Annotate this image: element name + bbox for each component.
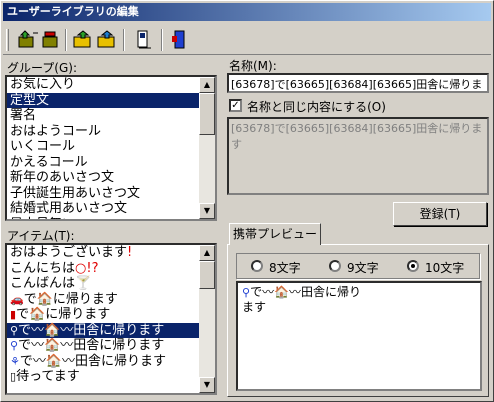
group-list-item[interactable]: 署名 — [7, 108, 215, 124]
preview-line-2: ます — [242, 300, 267, 314]
radio-10-label: 10文字 — [425, 261, 465, 275]
group-list-item[interactable]: 暑中見舞い — [7, 217, 215, 219]
group-list[interactable]: お気に入り 定型文 署名 おはようコール いくコール かえるコール 新年のあいさつ文 子供誕生… — [5, 75, 217, 221]
radio-9-chars[interactable] — [329, 260, 341, 272]
group-list-item[interactable]: いくコール — [7, 139, 215, 155]
item-text: 待ってます — [16, 369, 80, 384]
mobile-preview-screen: ⚲で〰🏠〰田舎に帰り ます — [236, 281, 482, 391]
item-text: で〰🏠〰田舎に帰ります — [18, 338, 165, 353]
item-list-item[interactable]: 🚗で🏠に帰ります — [7, 292, 215, 308]
same-as-name-checkbox[interactable]: ✓ — [229, 99, 242, 112]
radio-8-label: 8文字 — [269, 261, 301, 275]
char-width-groupbox: 8文字 9文字 10文字 — [236, 253, 480, 279]
item-text: で〰🏠〰田舎に帰ります — [18, 322, 165, 338]
exit-door-icon — [172, 30, 185, 49]
item-text: こんばんは — [10, 276, 76, 291]
item-list-item[interactable]: こんばんは🍸 — [7, 276, 215, 292]
bike-icon: ⚲ — [242, 286, 251, 299]
open-folder-icon — [73, 30, 91, 48]
item-list-item[interactable]: ⚲で〰🏠〰田舎に帰ります — [7, 338, 215, 354]
group-list-label: グループ(G): — [7, 61, 77, 75]
preview-text-1: で〰🏠〰田舎に帰り — [250, 285, 362, 299]
item-list-item[interactable]: ▮で🏠に帰ります — [7, 307, 215, 323]
group-list-item[interactable]: 定型文 — [7, 92, 215, 108]
item-text: で🏠に帰ります — [16, 307, 111, 322]
walk-icon: ⚘ — [10, 354, 20, 368]
settings-button[interactable] — [131, 28, 155, 52]
item-text: おはようございます — [10, 245, 128, 260]
scroll-up-icon[interactable]: ▲ — [199, 77, 215, 93]
scroll-thumb[interactable] — [199, 261, 215, 289]
car-icon: 🚗 — [10, 292, 24, 306]
library-editor-window: ユーザーライブラリの編集 グループ(G): お気に入り 定型文 署名 おはようコールい… — [0, 0, 494, 402]
radio-8-chars[interactable] — [251, 260, 263, 272]
bike-icon: ⚲ — [10, 339, 19, 352]
group-list-item[interactable]: おはようコール — [7, 124, 215, 140]
content-textarea[interactable]: [63678]で[63665][63684][63665]田舎に帰ります — [227, 117, 489, 195]
scroll-thumb[interactable] — [199, 93, 215, 135]
toolbar-grip[interactable] — [6, 29, 9, 51]
bike-icon: ⚲ — [10, 323, 19, 337]
exit-button[interactable] — [167, 28, 191, 52]
new-group-button[interactable] — [15, 28, 39, 52]
register-button[interactable]: 登録(T) — [393, 202, 487, 226]
new-folder-icon — [18, 30, 38, 48]
same-as-name-label: 名称と同じ内容にする(O) — [247, 100, 386, 114]
emoji-suffix-icon: 🍸 — [75, 276, 92, 291]
radio-9-label: 9文字 — [347, 261, 379, 275]
preview-line-1: ⚲で〰🏠〰田舎に帰り — [242, 285, 476, 300]
emoji-suffix-icon: ! — [127, 245, 133, 260]
scroll-down-icon[interactable]: ▼ — [199, 377, 215, 393]
device-settings-icon — [137, 30, 151, 49]
scroll-up-icon[interactable]: ▲ — [199, 245, 215, 261]
item-list-scrollbar[interactable]: ▲ ▼ — [199, 245, 215, 393]
item-list-label: アイテム(T): — [7, 229, 75, 243]
item-text: こんにちは — [10, 260, 76, 276]
group-list-item[interactable]: 新年のあいさつ文 — [7, 170, 215, 186]
delete-folder-icon — [42, 31, 58, 48]
toolbar-separator — [161, 29, 163, 51]
import-button[interactable] — [71, 28, 95, 52]
toolbar-separator — [65, 29, 67, 51]
item-list-item[interactable]: ⚲で〰🏠〰田舎に帰ります — [7, 322, 215, 338]
radio-10-chars[interactable] — [407, 260, 419, 272]
item-list-item[interactable]: ▯待ってます — [7, 369, 215, 385]
item-list[interactable]: おはようございます! こんにちは○!? こんばんは🍸 🚗で🏠に帰ります ▮で🏠に帰ります… — [5, 243, 217, 395]
group-list-scrollbar[interactable]: ▲ ▼ — [199, 77, 215, 219]
item-list-item[interactable]: こんにちは○!? — [7, 261, 215, 277]
delete-group-button[interactable] — [39, 28, 63, 52]
preview-tab-panel: 8文字 9文字 10文字 ⚲で〰🏠〰田舎に帰り ます — [227, 244, 489, 397]
name-field-label: 名称(M): — [229, 59, 277, 73]
title-bar: ユーザーライブラリの編集 — [3, 3, 491, 21]
group-list-item[interactable]: お気に入り — [7, 77, 215, 93]
emoji-suffix-icon: ○!? — [75, 260, 99, 276]
item-list-item[interactable]: ⚘で〰🏠〰田舎に帰ります — [7, 354, 215, 370]
scroll-down-icon[interactable]: ▼ — [199, 203, 215, 219]
toolbar-separator — [123, 29, 125, 51]
tab-mobile-preview[interactable]: 携帯プレビュー — [229, 223, 321, 245]
export-button[interactable] — [95, 28, 119, 52]
item-list-item[interactable]: おはようございます! — [7, 245, 215, 261]
toolbar — [3, 25, 491, 55]
group-list-item[interactable]: かえるコール — [7, 155, 215, 171]
group-list-item[interactable]: 子供誕生用あいさつ文 — [7, 186, 215, 202]
item-text: で🏠に帰ります — [23, 291, 118, 307]
group-list-item[interactable]: 結婚式用あいさつ文 — [7, 201, 215, 217]
item-text: で〰🏠〰田舎に帰ります — [19, 353, 167, 369]
name-input[interactable]: [63678]で[63665][63684][63665]田舎に帰りま — [227, 73, 489, 93]
export-folder-icon — [97, 30, 115, 48]
